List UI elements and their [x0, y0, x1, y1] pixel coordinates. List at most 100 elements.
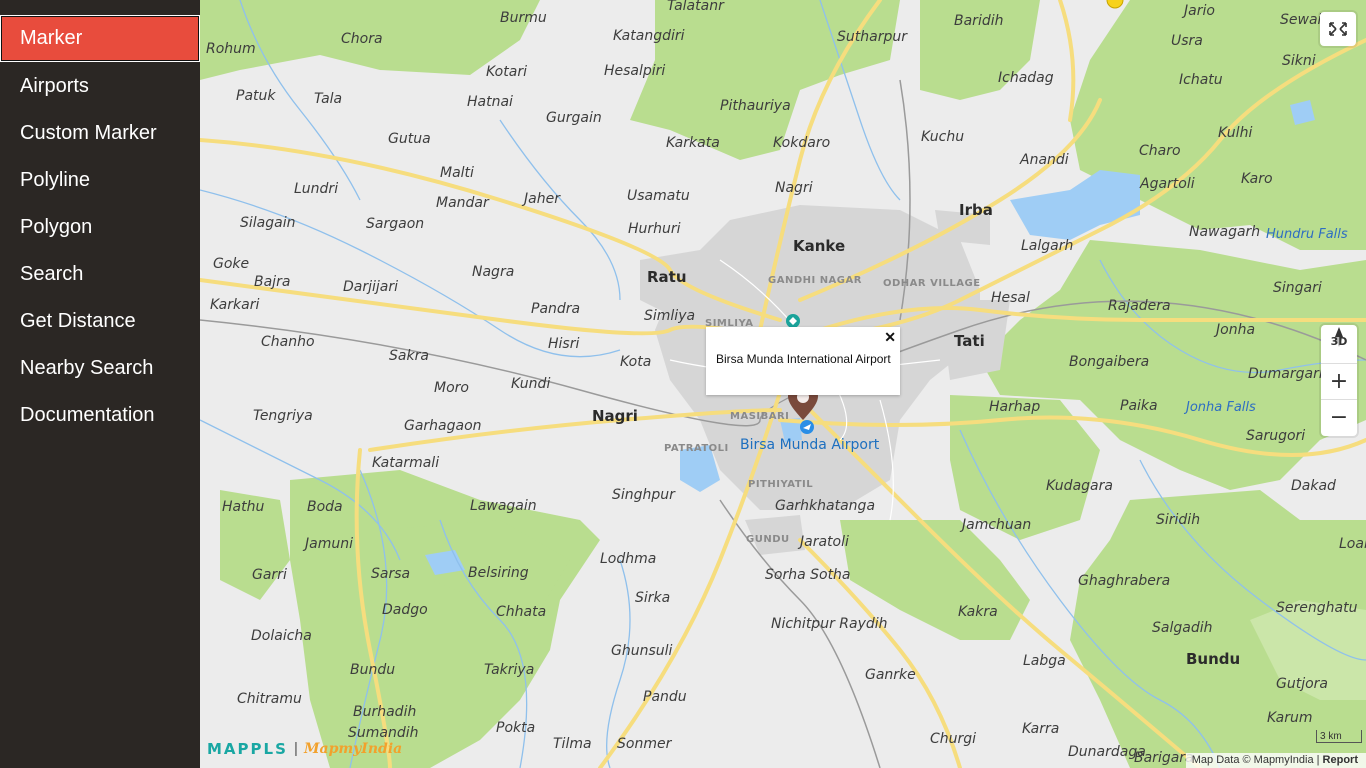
water-label: Jonha Falls — [1183, 400, 1256, 415]
place-label: Ganrke — [865, 667, 916, 683]
nav-item-get-distance[interactable]: Get Distance — [0, 298, 200, 345]
place-label: Kulhi — [1218, 125, 1252, 141]
place-label: Sonmer — [617, 736, 673, 752]
place-label: Charo — [1139, 143, 1181, 159]
place-label: Garhkhatanga — [775, 498, 875, 514]
zoom-out-button[interactable]: − — [1321, 399, 1357, 436]
water-label: Hundru Falls — [1266, 227, 1348, 242]
place-label: Darjijari — [343, 279, 398, 295]
place-label: Siridih — [1156, 512, 1200, 528]
place-label: Boda — [307, 499, 343, 515]
fullscreen-button[interactable] — [1320, 12, 1356, 46]
place-label: Ichadag — [998, 70, 1054, 86]
town-label: Ratu — [647, 268, 687, 286]
nav-item-documentation[interactable]: Documentation — [0, 392, 200, 439]
place-label: Sirka — [635, 590, 670, 606]
place-label: Nawagarh — [1189, 224, 1260, 240]
scale-bar: 3 km — [1316, 730, 1362, 743]
popup-title: Birsa Munda International Airport — [716, 352, 891, 366]
town-label: Nagri — [592, 407, 638, 425]
place-label: Sorha Sotha — [765, 567, 851, 583]
zoom-in-button[interactable]: + — [1321, 363, 1357, 400]
place-label: Tala — [314, 91, 342, 107]
mappls-logo: MAPPLS — [207, 740, 288, 758]
place-label: Barigara — [1134, 750, 1194, 766]
place-label: Churgi — [930, 731, 976, 747]
place-label: Talatanr — [667, 0, 725, 14]
place-label: Lundri — [294, 181, 338, 197]
yellow-marker-icon — [1106, 0, 1124, 9]
place-label: Singari — [1273, 280, 1322, 296]
place-label: Hisri — [548, 336, 579, 352]
place-label: Katarmali — [372, 455, 439, 471]
town-label: Bundu — [1186, 650, 1240, 668]
airport-label: Birsa Munda Airport — [740, 437, 880, 453]
place-label: Nagri — [775, 180, 813, 196]
attribution-text: Map Data © MapmyIndia | — [1191, 754, 1323, 766]
place-label: Kundi — [511, 376, 550, 392]
place-label: Labga — [1023, 653, 1066, 669]
nav-item-marker[interactable]: Marker — [0, 15, 200, 62]
place-label: Baridih — [954, 13, 1003, 29]
area-label: PITHIYATIL — [748, 479, 813, 490]
brand-separator: | — [294, 740, 298, 757]
place-label: Kotari — [486, 64, 527, 80]
nav-item-polyline[interactable]: Polyline — [0, 157, 200, 204]
marker-popup: ✕ Birsa Munda International Airport — [706, 327, 900, 395]
place-label: Jamuni — [302, 536, 353, 552]
place-label: Gutjora — [1276, 676, 1328, 692]
place-label: Loal — [1339, 536, 1366, 552]
place-label: Dakad — [1291, 478, 1336, 494]
place-label: Burhadih — [353, 704, 416, 720]
place-label: Pokta — [496, 720, 535, 736]
place-label: Bajra — [254, 274, 290, 290]
place-label: Rohum — [206, 41, 256, 57]
place-label: Ghunsuli — [611, 643, 673, 659]
area-label: PATRATOLI — [664, 443, 729, 454]
airport-icon — [800, 420, 814, 434]
place-label: Sarugori — [1246, 428, 1305, 444]
place-label: Jario — [1181, 3, 1215, 19]
place-label: Sutharpur — [837, 29, 908, 45]
nav-item-custom-marker[interactable]: Custom Marker — [0, 110, 200, 157]
map-canvas[interactable]: Burmu Talatanr Baridih Jario Sewai Rohum… — [200, 0, 1366, 768]
place-label: Karkata — [666, 135, 720, 151]
nav-item-polygon[interactable]: Polygon — [0, 204, 200, 251]
place-label: Sumandih — [348, 725, 419, 741]
place-label: Dumargarhi — [1248, 366, 1332, 382]
attribution: Map Data © MapmyIndia | Report — [1185, 753, 1366, 768]
place-label: Karo — [1241, 171, 1273, 187]
nav-item-nearby-search[interactable]: Nearby Search — [0, 345, 200, 392]
place-label: Chanho — [261, 334, 315, 350]
close-icon[interactable]: ✕ — [884, 329, 896, 346]
report-link[interactable]: Report — [1323, 754, 1358, 766]
place-label: Simliya — [644, 308, 695, 324]
place-label: Jaratoli — [797, 534, 849, 550]
place-label: Rajadera — [1108, 298, 1171, 314]
place-label: Tilma — [553, 736, 592, 752]
place-label: Kudagara — [1046, 478, 1113, 494]
place-label: Garhagaon — [404, 418, 482, 434]
place-label: Hathu — [222, 499, 264, 515]
nav-item-search[interactable]: Search — [0, 251, 200, 298]
place-label: Sewai — [1280, 12, 1322, 28]
place-label: Sikni — [1282, 53, 1316, 69]
place-label: Paika — [1120, 398, 1158, 414]
place-label: Goke — [213, 256, 249, 272]
place-label: Kokdaro — [773, 135, 830, 151]
place-label: Dadgo — [382, 602, 428, 618]
town-label: Tati — [954, 332, 985, 350]
place-label: Salgadih — [1152, 620, 1212, 636]
zoom-control: 3D + − — [1321, 325, 1357, 436]
place-label: Mandar — [436, 195, 490, 211]
place-label: Takriya — [484, 662, 534, 678]
nav-item-airports[interactable]: Airports — [0, 63, 200, 110]
compass-button[interactable]: 3D — [1321, 325, 1357, 361]
place-label: Dolaicha — [251, 628, 312, 644]
place-label: Singhpur — [612, 487, 676, 503]
place-label: Lalgarh — [1021, 238, 1073, 254]
place-label: Pandu — [643, 689, 687, 705]
place-label: Gurgain — [546, 110, 602, 126]
mapmyindia-logo: MapmyIndia — [304, 741, 403, 757]
place-label: Malti — [440, 165, 474, 181]
